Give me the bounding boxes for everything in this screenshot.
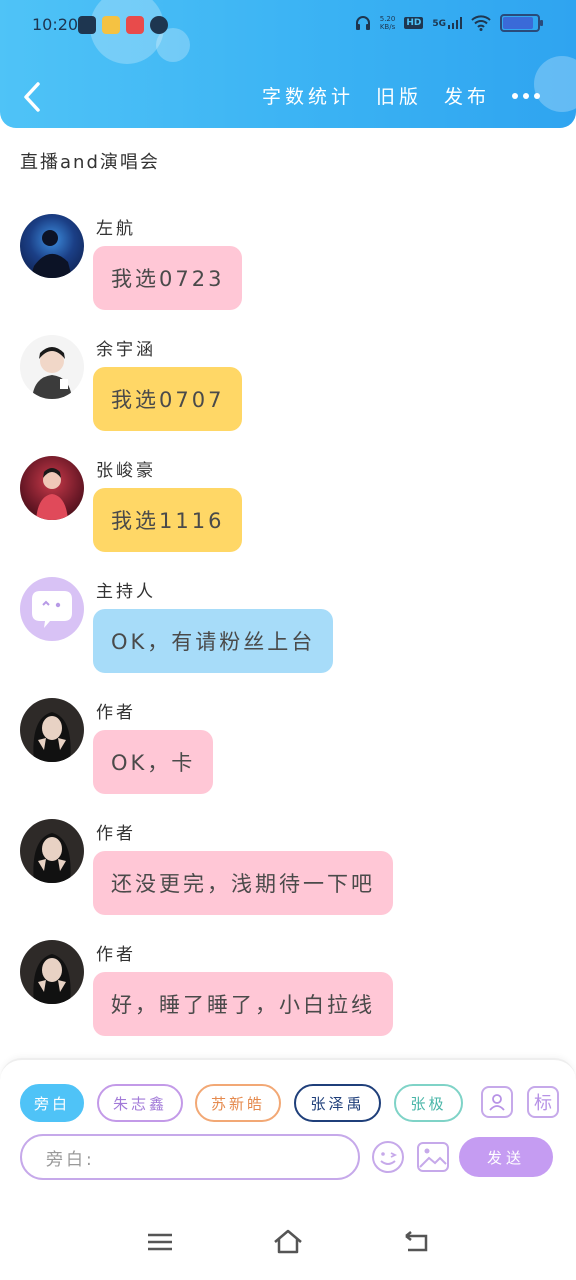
message-item: 作者 OK，卡 — [20, 698, 560, 808]
publish-button[interactable]: 发布 — [444, 82, 490, 109]
avatar[interactable] — [20, 335, 84, 399]
author-avatar[interactable] — [20, 819, 84, 883]
role-chip[interactable]: 张泽禹 — [294, 1084, 381, 1122]
emoji-icon[interactable] — [371, 1140, 405, 1174]
role-chip-narrator[interactable]: 旁白 — [20, 1084, 84, 1122]
menu-icon[interactable] — [146, 1228, 174, 1256]
message-item: 作者 还没更完，浅期待一下吧 — [20, 819, 560, 929]
status-time: 10:20 — [32, 15, 79, 34]
tag-icon[interactable]: 标 — [527, 1086, 559, 1118]
message-bubble[interactable]: 我选0707 — [93, 367, 243, 431]
app-notification-icon — [78, 16, 96, 34]
avatar[interactable] — [20, 456, 84, 520]
contact-icon[interactable] — [481, 1086, 513, 1118]
message-bubble[interactable]: OK，卡 — [93, 730, 214, 794]
chat-bubble-icon — [32, 591, 72, 628]
role-chip[interactable]: 张极 — [394, 1084, 463, 1122]
speaker-name: 左航 — [96, 219, 136, 239]
message-input[interactable]: 旁白: — [20, 1134, 360, 1180]
role-chip[interactable]: 苏新皓 — [195, 1084, 281, 1122]
decor-bubble — [534, 56, 576, 112]
net-speed: 5.20 KB/s — [380, 15, 396, 31]
message-bubble[interactable]: OK，有请粉丝上台 — [93, 609, 334, 673]
speaker-name: 主持人 — [96, 582, 156, 602]
hd-badge: HD — [404, 17, 424, 29]
headphones-icon — [355, 16, 370, 30]
message-bubble[interactable]: 好，睡了睡了，小白拉线 — [93, 972, 393, 1036]
network-type: 5G — [432, 19, 446, 29]
author-avatar[interactable] — [20, 940, 84, 1004]
speaker-name: 作者 — [96, 945, 136, 965]
header-actions: 字数统计 旧版 发布 — [262, 82, 540, 109]
message-item: 作者 好，睡了睡了，小白拉线 — [20, 940, 560, 1050]
message-item: 主持人 OK，有请粉丝上台 — [20, 577, 560, 687]
status-bar: 10:20 5.20 KB/s HD 5G — [0, 0, 576, 52]
net-speed-unit: KB/s — [379, 23, 396, 31]
author-avatar[interactable] — [20, 698, 84, 762]
home-icon[interactable] — [272, 1228, 304, 1256]
wifi-icon — [471, 15, 491, 31]
back-icon[interactable] — [402, 1228, 432, 1256]
message-bubble[interactable]: 我选1116 — [93, 488, 243, 552]
message-bubble[interactable]: 我选0723 — [93, 246, 243, 310]
top-header: 10:20 5.20 KB/s HD 5G 字数统计 旧版 发布 — [0, 0, 576, 128]
host-avatar[interactable] — [20, 577, 84, 641]
avatar[interactable] — [20, 214, 84, 278]
word-count-button[interactable]: 字数统计 — [262, 82, 354, 109]
speaker-name: 作者 — [96, 824, 136, 844]
signal-indicator: 5G — [432, 17, 462, 29]
message-item: 左航 我选0723 — [20, 214, 560, 324]
image-icon[interactable] — [416, 1140, 450, 1174]
back-arrow-icon[interactable] — [20, 80, 46, 114]
old-version-button[interactable]: 旧版 — [376, 82, 422, 109]
gift-app-icon — [126, 16, 144, 34]
send-button[interactable]: 发送 — [459, 1137, 553, 1177]
page-title: 直播and演唱会 — [20, 152, 160, 173]
message-item: 余宇涵 我选0707 — [20, 335, 560, 445]
status-app-icons — [78, 16, 168, 34]
signal-bars-icon — [448, 17, 462, 29]
net-speed-value: 5.20 — [379, 15, 396, 23]
message-bubble[interactable]: 还没更完，浅期待一下吧 — [93, 851, 393, 915]
speaker-name: 余宇涵 — [96, 340, 156, 360]
speaker-name: 作者 — [96, 703, 136, 723]
speaker-name: 张峻豪 — [96, 461, 156, 481]
status-right: 5.20 KB/s HD 5G — [355, 14, 543, 32]
weibo-icon — [102, 16, 120, 34]
message-item: 张峻豪 我选1116 — [20, 456, 560, 566]
chat-app-icon — [150, 16, 168, 34]
battery-icon — [500, 14, 543, 32]
role-chip[interactable]: 朱志鑫 — [97, 1084, 183, 1122]
more-icon[interactable] — [512, 87, 540, 105]
